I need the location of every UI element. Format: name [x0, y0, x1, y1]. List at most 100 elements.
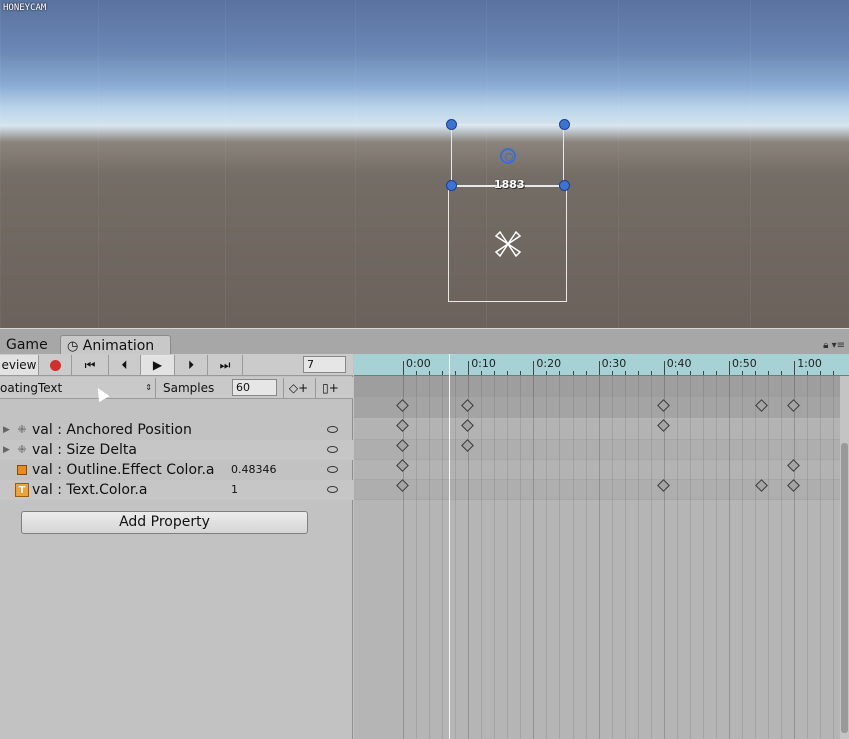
grid-line [702, 376, 704, 739]
preview-button[interactable]: eview [0, 355, 39, 375]
grid-line [820, 376, 822, 739]
property-row[interactable]: val : Outline.Effect Color.a 0.48346 [0, 460, 353, 480]
clip-selector[interactable]: oatingText ⇕ [0, 378, 156, 398]
tab-game[interactable]: Game [0, 335, 54, 355]
ruler-minor-tick [494, 371, 496, 375]
add-property-button[interactable]: Add Property [21, 511, 308, 534]
time-ruler[interactable]: 0:00 0:10 0:20 0:30 0:40 0:50 1:00 [354, 354, 849, 376]
animation-toolbar: eview ⏮ ⏴ ▶ ⏵ ⏭ 7 [0, 354, 353, 376]
property-menu-icon[interactable] [327, 426, 338, 433]
foldout-arrow-icon[interactable]: ▶ [3, 420, 10, 440]
grid-line [455, 376, 457, 739]
ruler-minor-tick [833, 371, 835, 375]
grid-line [611, 376, 613, 739]
ruler-minor-tick [755, 371, 757, 375]
grid-line [689, 376, 691, 739]
ruler-minor-tick [702, 371, 704, 375]
grid-line [559, 376, 561, 739]
property-value[interactable]: 1 [231, 480, 238, 500]
next-keyframe-button[interactable]: ⏵ [175, 355, 208, 375]
ruler-major-tick [598, 361, 600, 375]
rect-handle-top-right[interactable] [559, 119, 570, 130]
record-button[interactable] [39, 355, 72, 375]
ruler-tick-label: 0:00 [406, 357, 431, 370]
ruler-major-tick [794, 361, 796, 375]
first-keyframe-button[interactable]: ⏮ [72, 355, 109, 375]
rect-handle-top-left[interactable] [446, 119, 457, 130]
playhead[interactable] [448, 354, 450, 739]
editor-tab-bar: Game ◷ Animation 🔒︎ ▾≡ [0, 328, 849, 355]
scrollbar-thumb[interactable] [841, 443, 848, 733]
foldout-arrow-icon[interactable]: ▶ [3, 440, 10, 460]
watermark: HONEYCAM [3, 3, 47, 13]
pivot-icon[interactable] [500, 148, 516, 164]
grid-line [416, 376, 418, 739]
ruler-minor-tick [611, 371, 613, 375]
property-name: val : Size Delta [32, 442, 137, 458]
property-row[interactable]: ▶ ⁜ val : Anchored Position [0, 420, 353, 440]
ruler-minor-tick [781, 371, 783, 375]
grid-line [650, 376, 652, 739]
property-value[interactable]: 0.48346 [231, 460, 277, 480]
clock-icon: ◷ [67, 339, 79, 354]
lock-icon[interactable]: 🔒︎ ▾≡ [823, 340, 845, 351]
grid-line [794, 376, 796, 739]
rect-handle-bottom-left[interactable] [446, 180, 457, 191]
rect-handle-bottom-right[interactable] [559, 180, 570, 191]
skip-first-icon: ⏮ [84, 358, 96, 372]
tab-animation[interactable]: ◷ Animation [60, 335, 171, 355]
ruler-minor-tick [520, 371, 522, 375]
property-row[interactable]: T val : Text.Color.a 1 [0, 480, 353, 500]
scene-view[interactable]: HONEYCAM 1883 [0, 0, 849, 328]
anchor-icon[interactable] [492, 228, 524, 260]
ruler-tick-label: 0:50 [732, 357, 757, 370]
ruler-major-tick [663, 361, 665, 375]
dropdown-arrows-icon: ⇕ [145, 383, 152, 392]
property-menu-icon[interactable] [327, 486, 338, 493]
ruler-major-tick [533, 361, 535, 375]
grid-line [598, 376, 600, 739]
property-name: val : Outline.Effect Color.a [32, 462, 215, 478]
property-name: val : Anchored Position [32, 422, 192, 438]
dopesheet-timeline[interactable]: 0:00 0:10 0:20 0:30 0:40 0:50 1:00 [354, 354, 849, 739]
grid-line [618, 0, 619, 328]
animation-properties-panel: eview ⏮ ⏴ ▶ ⏵ ⏭ 7 oatingText ⇕ Samples 6… [0, 354, 353, 739]
ruler-minor-tick [455, 371, 457, 375]
grid-line [507, 376, 509, 739]
ruler-minor-tick [807, 371, 809, 375]
grid-line [494, 376, 496, 739]
play-icon: ▶ [152, 358, 163, 372]
tab-animation-label: Animation [82, 338, 155, 354]
grid-line [585, 376, 587, 739]
rect-transform-icon: ⁜ [17, 423, 27, 436]
ruler-minor-tick [429, 371, 431, 375]
grid-line [520, 376, 522, 739]
ruler-minor-tick [650, 371, 652, 375]
property-menu-icon[interactable] [327, 466, 338, 473]
ruler-minor-tick [507, 371, 509, 375]
grid-line [781, 376, 783, 739]
grid-line [755, 376, 757, 739]
ruler-minor-tick [676, 371, 678, 375]
grid-line [0, 0, 1, 328]
property-row[interactable]: ▶ ⁜ val : Size Delta [0, 440, 353, 460]
ruler-major-tick [468, 361, 470, 375]
ruler-minor-tick [416, 371, 418, 375]
property-menu-icon[interactable] [327, 446, 338, 453]
frame-field[interactable]: 7 [303, 356, 346, 373]
grid-line [807, 376, 809, 739]
last-keyframe-button[interactable]: ⏭ [208, 355, 243, 375]
prev-keyframe-button[interactable]: ⏴ [109, 355, 141, 375]
ruler-major-tick [729, 361, 730, 375]
add-keyframe-button[interactable]: ◇+ [283, 378, 313, 398]
ruler-tick-label: 0:10 [471, 357, 496, 370]
play-button[interactable]: ▶ [141, 355, 175, 375]
samples-field[interactable]: 60 [232, 379, 277, 396]
ruler-minor-tick [637, 371, 639, 375]
clip-row: oatingText ⇕ Samples 60 ◇+ ▯+ [0, 377, 353, 399]
grid-line [637, 376, 639, 739]
grid-line [225, 0, 226, 328]
vertical-scrollbar[interactable] [840, 376, 849, 739]
add-event-button[interactable]: ▯+ [315, 378, 345, 398]
ruler-minor-tick [715, 371, 717, 375]
